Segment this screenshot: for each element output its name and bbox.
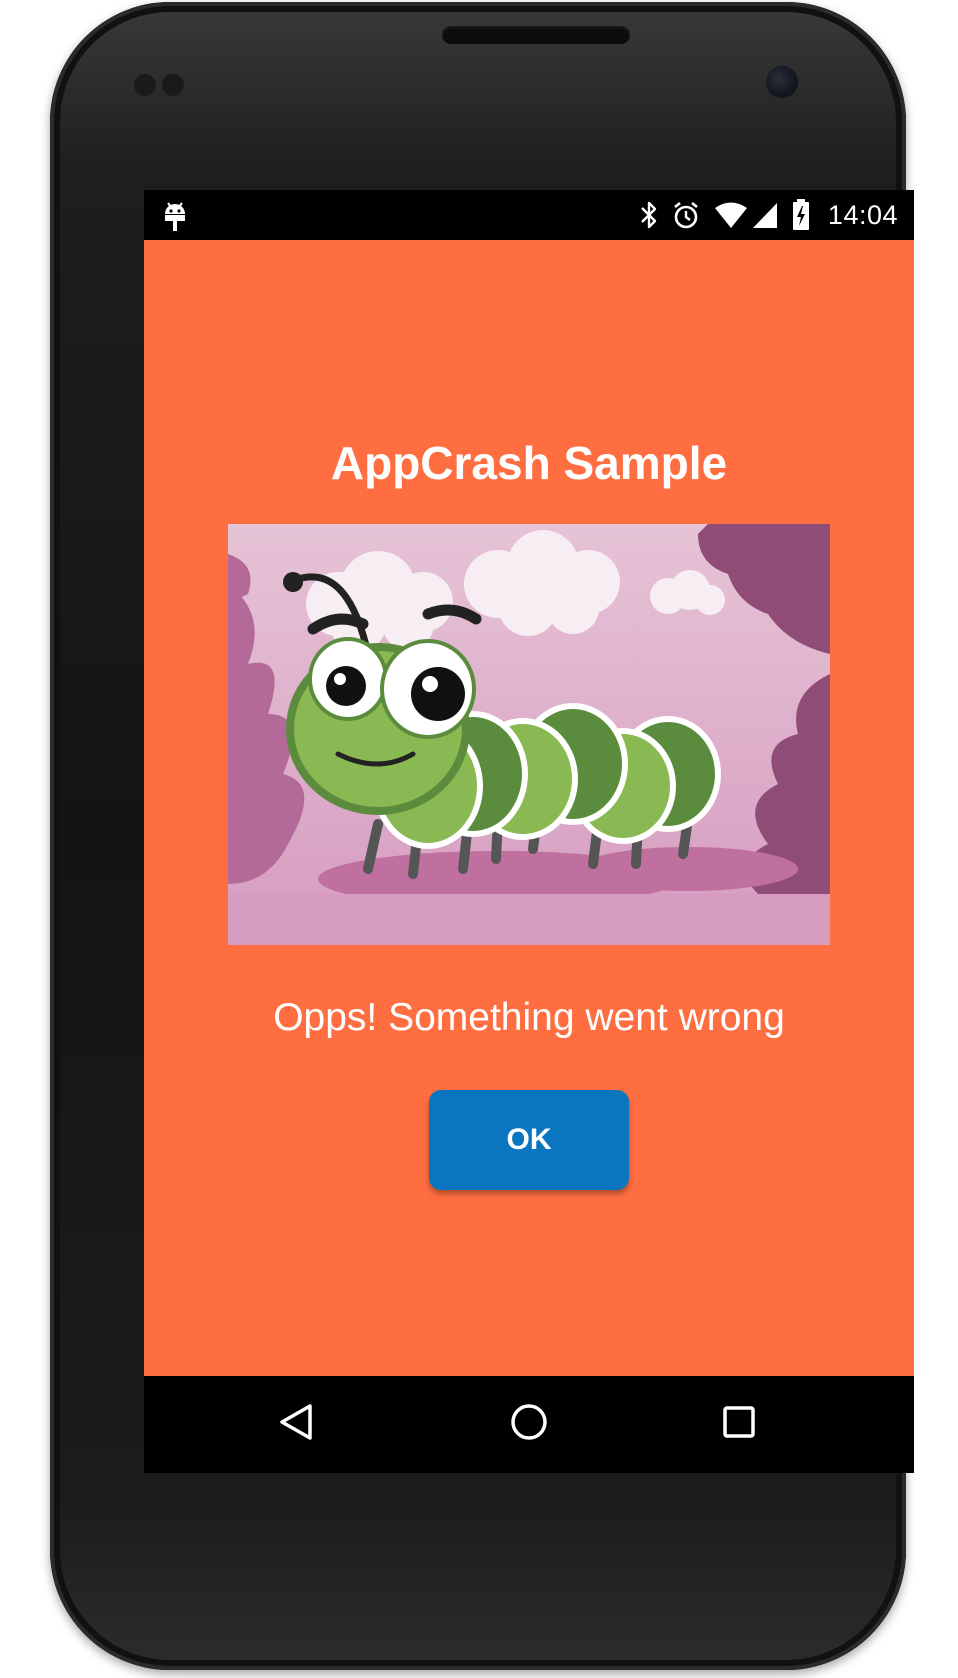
error-message: Opps! Something went wrong [273,996,785,1039]
front-camera [766,66,798,98]
battery-charging-icon [792,199,810,231]
app-content: AppCrash Sample Opps! Something went wro… [144,240,914,1376]
light-sensor [162,74,184,96]
status-bar: 14:04 [144,190,914,240]
bluetooth-icon [640,200,658,230]
ok-button[interactable]: OK [429,1090,629,1190]
navigation-bar [144,1376,914,1473]
caterpillar-illustration [228,524,830,945]
recents-button[interactable] [709,1394,769,1454]
wifi-icon [714,201,748,229]
status-icons: 14:04 [640,198,898,232]
status-time: 14:04 [827,199,898,230]
phone-frame: 14:04 AppCrash Sample Opps! Something we… [50,2,914,1670]
home-button[interactable] [499,1394,559,1454]
android-debug-icon [162,198,188,232]
proximity-sensor [134,74,156,96]
screen: 14:04 AppCrash Sample Opps! Something we… [144,190,914,1473]
back-icon [278,1403,314,1446]
home-icon [510,1403,548,1446]
recents-icon [722,1405,756,1444]
earpiece-speaker [442,26,630,44]
alarm-icon [672,200,700,230]
cell-signal-icon [752,201,778,229]
back-button[interactable] [266,1394,326,1454]
page-title: AppCrash Sample [330,437,728,489]
